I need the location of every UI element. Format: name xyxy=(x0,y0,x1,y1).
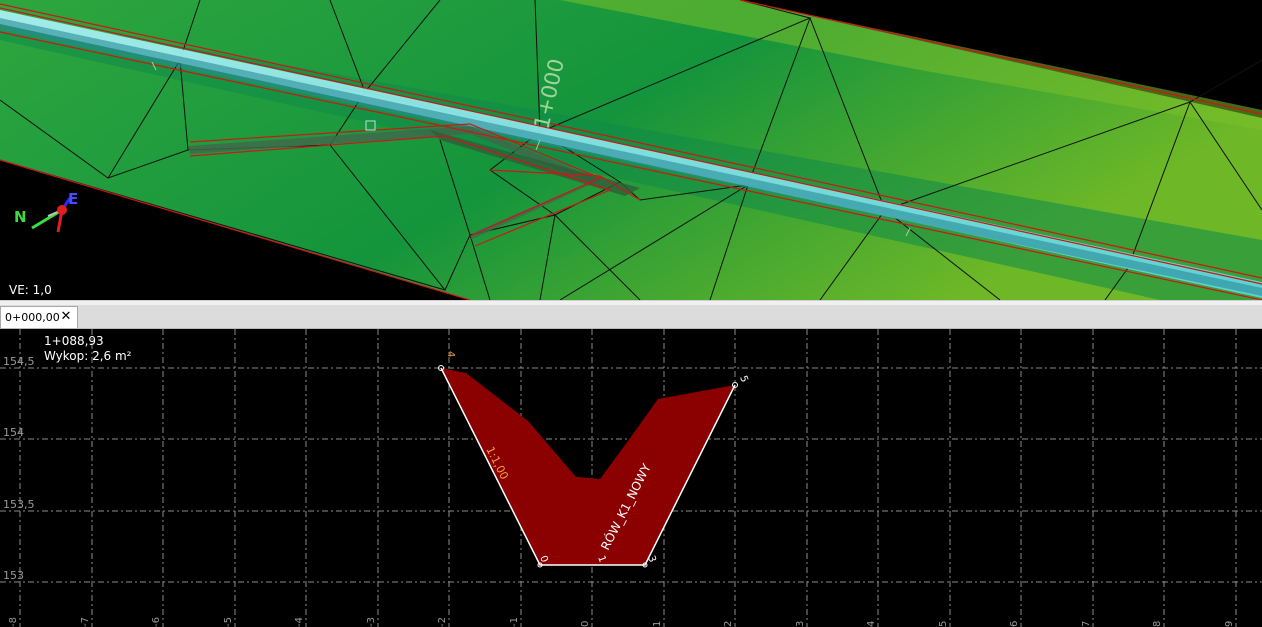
section-station: 1+088,93 xyxy=(44,334,104,348)
x-tick-label: -1 xyxy=(509,617,520,627)
plan-view-viewport[interactable]: 1+000 N E VE: 1,0 xyxy=(0,0,1262,300)
x-tick-label: -2 xyxy=(437,617,448,627)
compass-north-label: N xyxy=(14,208,27,226)
x-tick-label: 0 xyxy=(580,621,591,627)
tab-label: 0+000,00 xyxy=(5,311,60,324)
y-tick-label: 154 xyxy=(3,426,24,439)
cross-section-canvas[interactable]: 4 5 0 1 3 1:1,00 RÓW_K1_NOWY 154,5 154 1… xyxy=(0,329,1262,627)
x-tick-label: -8 xyxy=(8,617,19,627)
x-tick-label: -7 xyxy=(80,617,91,627)
x-tick-label: 2 xyxy=(723,621,734,627)
y-tick-label: 154,5 xyxy=(3,355,35,368)
tab-section-station[interactable]: 0+000,00 ✕ xyxy=(0,306,78,328)
x-tick-label: 6 xyxy=(1009,621,1020,627)
x-tick-label: 9 xyxy=(1224,621,1235,627)
point-label-4: 4 xyxy=(445,351,456,357)
x-tick-label: 7 xyxy=(1081,621,1092,627)
section-tab-bar: 0+000,00 ✕ xyxy=(0,305,1262,329)
vertical-exaggeration-label: VE: 1,0 xyxy=(9,283,52,297)
x-tick-label: -3 xyxy=(366,617,377,627)
compass-widget[interactable]: N E xyxy=(12,188,82,238)
compass-east-label: E xyxy=(68,190,79,208)
x-tick-label: -4 xyxy=(294,617,305,627)
y-tick-label: 153,5 xyxy=(3,498,35,511)
point-label-5: 5 xyxy=(737,374,750,384)
x-tick-label: 4 xyxy=(866,621,877,627)
civil-design-app: 1+000 N E VE: 1,0 0+000,00 ✕ 4 5 0 1 3 1… xyxy=(0,0,1262,627)
x-tick-label: 8 xyxy=(1152,621,1163,627)
x-tick-label: 5 xyxy=(938,621,949,627)
x-tick-label: -6 xyxy=(151,617,162,627)
x-tick-label: 1 xyxy=(652,621,663,627)
x-tick-label: -5 xyxy=(223,617,234,627)
terrain-surface[interactable]: 1+000 xyxy=(0,0,1262,300)
x-tick-label: 3 xyxy=(795,621,806,627)
cut-area-readout: Wykop: 2,6 m² xyxy=(44,349,132,363)
close-icon[interactable]: ✕ xyxy=(59,310,73,324)
cross-section-viewport[interactable]: 4 5 0 1 3 1:1,00 RÓW_K1_NOWY 154,5 154 1… xyxy=(0,329,1262,627)
cut-area-fill xyxy=(441,368,735,565)
y-tick-label: 153 xyxy=(3,569,24,582)
